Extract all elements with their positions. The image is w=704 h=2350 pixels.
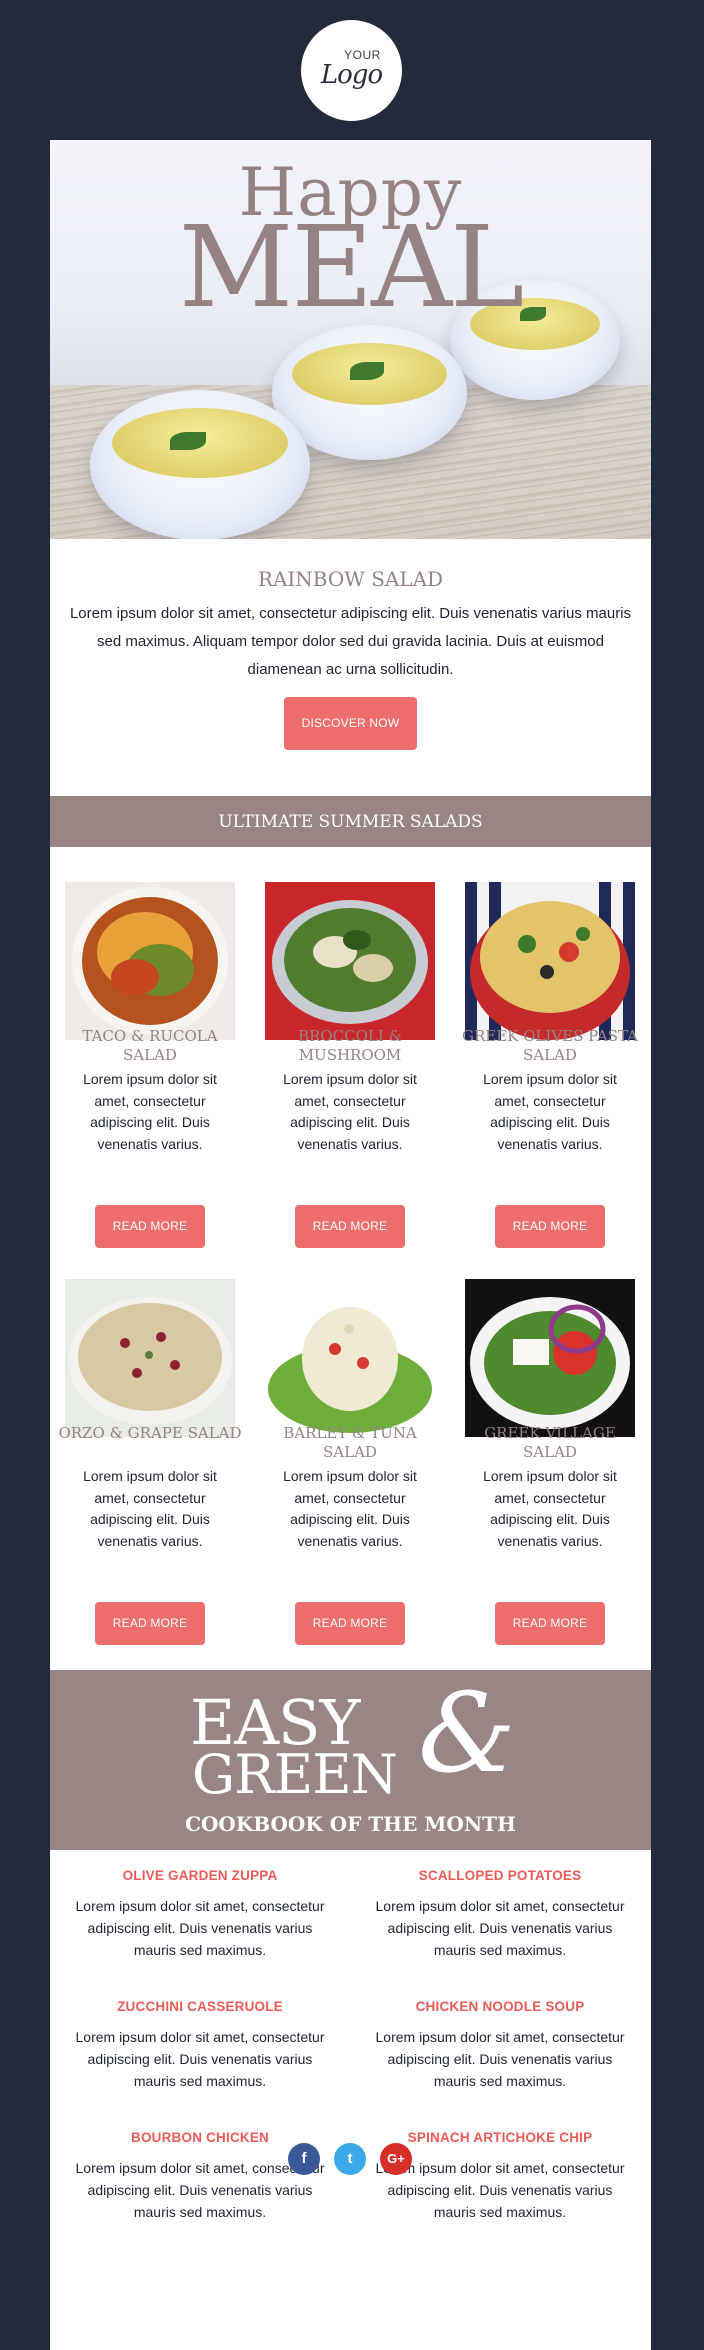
feature-title: RAINBOW SALAD [257,567,444,591]
product-desc: Lorem ipsum dolor sit amet, consectetur … [283,1468,417,1549]
product-desc: Lorem ipsum dolor sit amet, consectetur … [483,1071,617,1152]
facebook-icon[interactable]: f [288,2143,320,2175]
cookbook-band: EASY GREEN & COOKBOOK OF THE MONTH [50,1670,651,1850]
herb-garnish-left [170,432,206,450]
product-image-broccoli-mushroom [265,882,435,1040]
product-title: ORZO & GRAPE SALAD [58,1424,242,1442]
product-title: GREEK VILLAGE SALAD [484,1424,616,1461]
product-image-taco-rucola [65,882,235,1040]
product-desc: Lorem ipsum dolor sit amet, consectetur … [83,1071,217,1152]
product-desc: Lorem ipsum dolor sit amet, consectetur … [483,1468,617,1549]
read-more-button[interactable]: READ MORE [295,1602,405,1645]
product-desc: Lorem ipsum dolor sit amet, consectetur … [83,1468,217,1549]
recipe-desc: Lorem ipsum dolor sit amet, consectetur … [75,2029,325,2089]
cookbook-subtitle: COOKBOOK OF THE MONTH [185,1812,516,1836]
section-band: ULTIMATE SUMMER SALADS [50,796,651,847]
read-more-button[interactable]: READ MORE [295,1205,405,1248]
recipe-desc: Lorem ipsum dolor sit amet, consectetur … [75,1898,325,1958]
cookbook-ampersand: & [418,1669,516,1797]
read-more-button[interactable]: READ MORE [95,1205,205,1248]
logo-word: Logo [320,60,383,90]
cookbook-green: GREEN [192,1743,398,1806]
product-image-barley-tuna [265,1279,435,1437]
product-title: GREEK OLIVES PASTA SALAD [461,1027,638,1064]
read-more-button[interactable]: READ MORE [95,1602,205,1645]
email-card: Happy MEAL RAINBOW SALAD Lorem ipsum dol… [50,140,651,2350]
google-plus-icon[interactable]: G+ [380,2143,412,2175]
product-desc: Lorem ipsum dolor sit amet, consectetur … [283,1071,417,1152]
twitter-icon[interactable]: t [334,2143,366,2175]
product-image-greek-olives-pasta [465,882,635,1040]
read-more-button[interactable]: READ MORE [495,1205,605,1248]
recipe-title: SCALLOPED POTATOES [418,1868,582,1883]
herb-garnish-middle [350,362,384,380]
product-title: TACO & RUCOLA SALAD [82,1027,218,1064]
product-title: BARLEY & TUNA SALAD [283,1424,417,1461]
section-title: ULTIMATE SUMMER SALADS [218,812,483,832]
hero-title: Happy MEAL [50,160,651,333]
recipe-desc: Lorem ipsum dolor sit amet, consectetur … [375,1898,625,1958]
recipe-desc: Lorem ipsum dolor sit amet, consectetur … [375,2029,625,2089]
product-image-greek-village [465,1279,635,1437]
recipe-title: CHICKEN NOODLE SOUP [415,1999,585,2014]
feature-text: Lorem ipsum dolor sit amet, consectetur … [69,605,632,678]
hero-title-line2: MEAL [178,203,525,333]
product-title: BROCCOLI & MUSHROOM [298,1027,402,1064]
discover-now-button[interactable]: DISCOVER NOW [284,697,417,750]
hero-image: Happy MEAL [50,140,651,539]
recipe-title: OLIVE GARDEN ZUPPA [122,1868,278,1883]
recipe-title: ZUCCHINI CASSERUOLE [117,1999,283,2014]
product-image-orzo-grape [65,1279,235,1437]
logo[interactable]: YOUR Logo [301,20,402,121]
read-more-button[interactable]: READ MORE [495,1602,605,1645]
